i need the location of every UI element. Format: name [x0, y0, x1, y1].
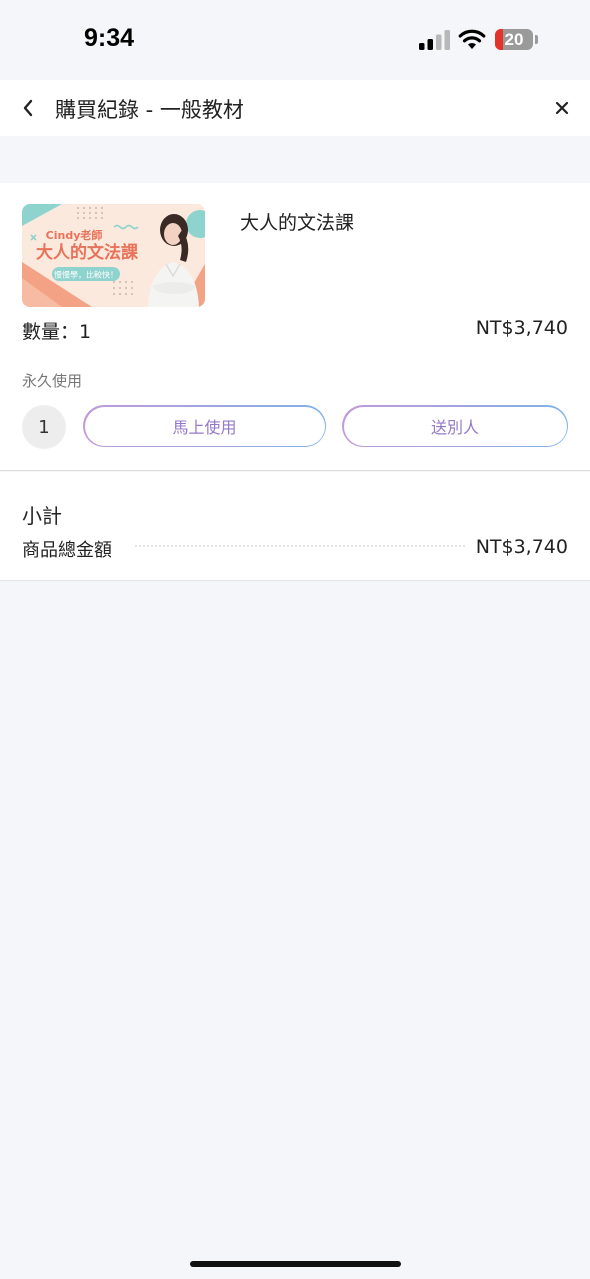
thumbnail-course-title: 大人的文法課 [36, 242, 139, 263]
close-icon [555, 101, 569, 115]
home-indicator[interactable] [190, 1261, 401, 1267]
back-button[interactable] [14, 92, 42, 124]
gift-button[interactable]: 送別人 [342, 405, 568, 447]
total-amount-value: NT$3,740 [475, 536, 568, 558]
use-now-button[interactable]: 馬上使用 [83, 405, 326, 447]
quantity-label: 數量：1 [22, 321, 92, 343]
battery-icon: 20 [495, 29, 533, 50]
cellular-signal-icon [419, 30, 450, 50]
product-price: NT$3,740 [475, 317, 568, 339]
divider [0, 470, 590, 471]
battery-cap [535, 35, 538, 44]
chevron-left-icon [23, 99, 33, 117]
status-time: 9:34 [84, 24, 135, 52]
course-thumbnail-art: Cindy老師 大人的文法課 慢慢學，比較快！ [22, 204, 205, 307]
use-now-label: 馬上使用 [84, 406, 325, 446]
subtotal-card: 小計 商品總金額 NT$3,740 [0, 472, 590, 581]
subtotal-title: 小計 [22, 504, 62, 528]
close-button[interactable] [548, 92, 576, 124]
status-bar: 9:34 20 [0, 0, 590, 80]
item-count-badge: 1 [22, 405, 66, 449]
dotted-leader [135, 545, 465, 547]
nav-header: 購買紀錄 - 一般教材 [0, 80, 590, 136]
product-name: 大人的文法課 [240, 212, 355, 234]
gift-label: 送別人 [343, 406, 567, 446]
thumbnail-teacher: Cindy老師 [46, 228, 103, 242]
total-amount-label: 商品總金額 [22, 540, 112, 561]
validity-label: 永久使用 [22, 372, 83, 390]
wifi-icon [458, 29, 486, 49]
course-thumbnail[interactable]: Cindy老師 大人的文法課 慢慢學，比較快！ [22, 204, 205, 307]
thumbnail-slogan: 慢慢學，比較快！ [54, 270, 118, 280]
battery-level: 20 [504, 30, 524, 49]
product-card: Cindy老師 大人的文法課 慢慢學，比較快！ 大人的文法課 數量：1 NT$3… [0, 183, 590, 471]
page-title: 購買紀錄 - 一般教材 [55, 98, 244, 122]
